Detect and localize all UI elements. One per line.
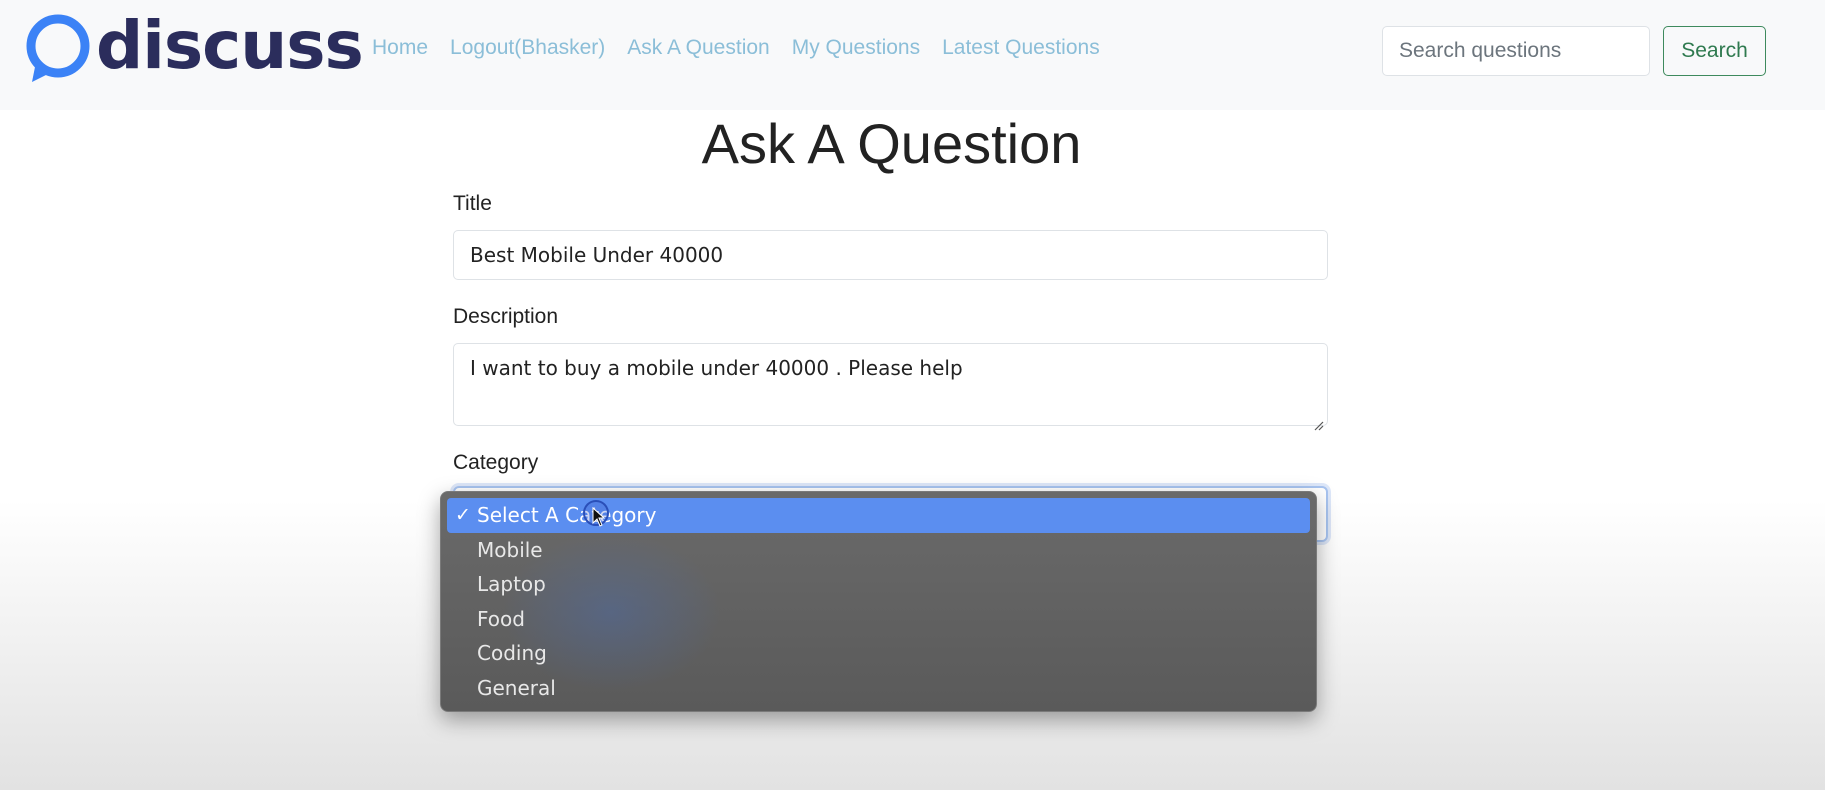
description-text: I want to buy a mobile under 40000 . Ple…: [470, 356, 963, 380]
title-field[interactable]: Best Mobile Under 40000: [453, 230, 1328, 280]
brand[interactable]: discuss: [24, 7, 364, 86]
option-label: Laptop: [477, 572, 546, 596]
checkmark-icon: ✓: [455, 504, 471, 526]
category-dropdown-list: ✓ Select A Category Mobile Laptop Food C…: [440, 491, 1317, 712]
nav-link-my-questions[interactable]: My Questions: [792, 36, 920, 60]
page: discuss Home Logout(Bhasker) Ask A Quest…: [0, 0, 1825, 790]
nav-links: Home Logout(Bhasker) Ask A Question My Q…: [372, 36, 1122, 60]
category-option-mobile[interactable]: Mobile: [447, 533, 1310, 568]
resize-grip-icon[interactable]: [1314, 412, 1324, 431]
speech-bubble-icon: [24, 12, 92, 86]
option-label: Coding: [477, 641, 547, 665]
mouse-pointer-icon: [592, 506, 606, 532]
category-option-coding[interactable]: Coding: [447, 636, 1310, 671]
category-option-general[interactable]: General: [447, 671, 1310, 706]
page-title: Ask A Question: [701, 112, 1082, 175]
category-label: Category: [453, 451, 539, 474]
search-input[interactable]: [1382, 26, 1650, 76]
title-label: Title: [453, 192, 492, 215]
nav-link-latest-questions[interactable]: Latest Questions: [942, 36, 1100, 60]
nav-link-home[interactable]: Home: [372, 36, 428, 60]
description-label: Description: [453, 305, 559, 328]
category-option-laptop[interactable]: Laptop: [447, 567, 1310, 602]
category-option-food[interactable]: Food: [447, 602, 1310, 637]
option-label: General: [477, 675, 556, 700]
nav-link-logout[interactable]: Logout(Bhasker): [450, 36, 605, 60]
description-field[interactable]: I want to buy a mobile under 40000 . Ple…: [453, 343, 1328, 431]
brand-name: discuss: [96, 7, 364, 84]
category-option-select-a-category[interactable]: ✓ Select A Category: [447, 498, 1310, 533]
option-label: Food: [477, 606, 525, 631]
option-label: Select A Category: [477, 503, 657, 527]
navbar: discuss Home Logout(Bhasker) Ask A Quest…: [0, 0, 1825, 110]
nav-link-ask-question[interactable]: Ask A Question: [627, 36, 769, 60]
option-label: Mobile: [477, 537, 543, 562]
search-button[interactable]: Search: [1663, 26, 1766, 76]
